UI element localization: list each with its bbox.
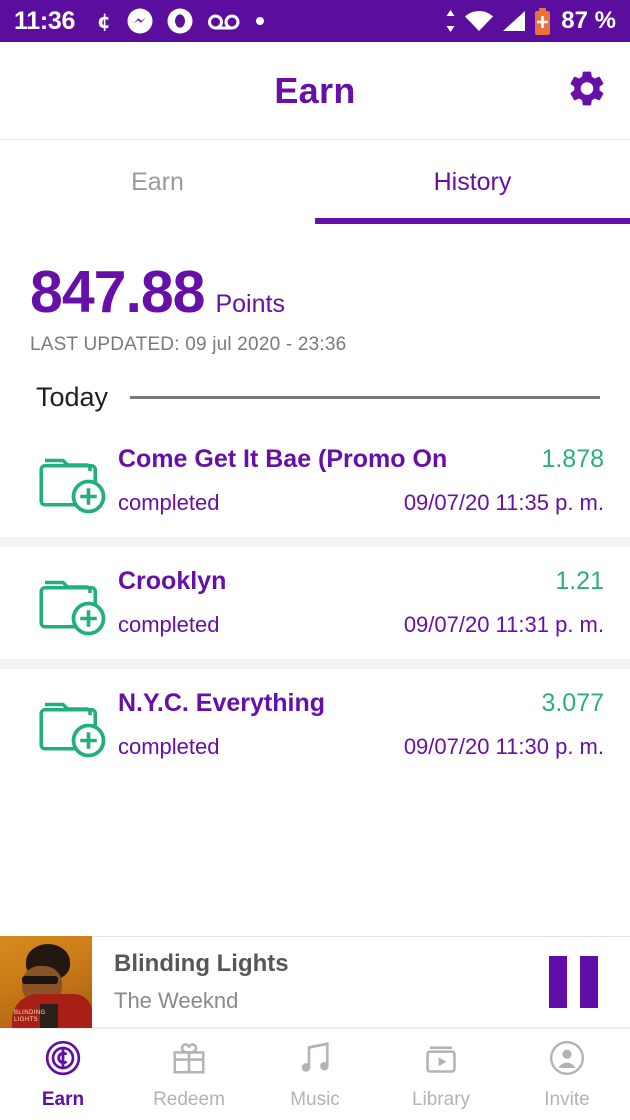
points-value: 847.88 bbox=[30, 259, 205, 325]
item-timestamp: 09/07/20 11:31 p. m. bbox=[403, 611, 604, 637]
app-header: Earn bbox=[0, 42, 630, 140]
library-play-icon bbox=[422, 1039, 460, 1082]
now-playing-bar[interactable]: BLINDING LIGHTS Blinding Lights The Weekn… bbox=[0, 936, 630, 1028]
bottom-navigation: Earn Redeem Music Library Invite bbox=[0, 1028, 630, 1120]
pause-icon[interactable] bbox=[549, 956, 598, 1008]
folder-plus-icon bbox=[26, 441, 118, 519]
nav-label: Earn bbox=[41, 1088, 85, 1110]
item-points: 1.21 bbox=[555, 566, 604, 595]
item-timestamp: 09/07/20 11:35 p. m. bbox=[403, 489, 604, 515]
gear-icon[interactable] bbox=[566, 67, 608, 114]
points-summary: 847.88 Points LAST UPDATED: 09 jul 2020 … bbox=[0, 224, 630, 356]
folder-plus-icon bbox=[26, 563, 118, 641]
list-item[interactable]: Crooklyn 1.21 completed 09/07/20 11:31 p… bbox=[0, 547, 630, 659]
messenger-icon bbox=[127, 8, 153, 34]
wifi-icon bbox=[464, 9, 494, 33]
list-separator bbox=[0, 659, 630, 669]
battery-percentage: 87 % bbox=[561, 7, 616, 34]
cent-icon: ¢ bbox=[97, 10, 113, 32]
section-title: Today bbox=[36, 382, 109, 412]
now-playing-title: Blinding Lights bbox=[114, 950, 289, 977]
now-playing-artist: The Weeknd bbox=[114, 988, 239, 1013]
tab-bar: Earn History bbox=[0, 140, 630, 224]
app-screen: 11:36 ¢ 87 % Earn Earn History 847.88 Po… bbox=[0, 0, 630, 1120]
item-timestamp: 09/07/20 11:30 p. m. bbox=[403, 733, 604, 759]
status-bar: 11:36 ¢ 87 % bbox=[0, 0, 630, 42]
section-header-today: Today bbox=[0, 356, 630, 413]
last-updated-text: LAST UPDATED: 09 jul 2020 - 23:36 bbox=[30, 334, 347, 355]
section-divider bbox=[130, 396, 600, 399]
coin-cent-icon bbox=[44, 1039, 82, 1082]
history-list: Come Get It Bae (Promo On 1.878 complete… bbox=[0, 425, 630, 781]
voicemail-icon bbox=[207, 11, 241, 31]
item-points: 3.077 bbox=[541, 688, 604, 717]
list-separator bbox=[0, 537, 630, 547]
nav-label: Library bbox=[411, 1088, 471, 1110]
item-points: 1.878 bbox=[541, 444, 604, 473]
nav-label: Invite bbox=[544, 1088, 590, 1110]
cellular-signal-icon bbox=[501, 9, 527, 33]
page-title: Earn bbox=[274, 69, 356, 111]
nav-item-library[interactable]: Library bbox=[378, 1039, 504, 1111]
battery-charging-icon bbox=[534, 7, 551, 35]
gift-icon bbox=[170, 1039, 208, 1082]
item-title: Come Get It Bae (Promo On bbox=[118, 444, 448, 473]
album-art: BLINDING LIGHTS bbox=[0, 936, 92, 1028]
item-title: Crooklyn bbox=[118, 566, 227, 595]
list-item[interactable]: Come Get It Bae (Promo On 1.878 complete… bbox=[0, 425, 630, 537]
status-bar-clock: 11:36 bbox=[14, 6, 76, 35]
item-status: completed bbox=[118, 489, 220, 515]
list-item[interactable]: N.Y.C. Everything 3.077 completed 09/07/… bbox=[0, 669, 630, 781]
tab-history[interactable]: History bbox=[315, 140, 630, 224]
nav-label: Music bbox=[290, 1088, 340, 1110]
opera-icon bbox=[167, 8, 193, 34]
dot-icon bbox=[255, 16, 265, 26]
nav-item-earn[interactable]: Earn bbox=[0, 1039, 126, 1111]
tab-active-indicator bbox=[315, 218, 630, 224]
status-bar-notification-icons: ¢ bbox=[97, 8, 265, 34]
item-status: completed bbox=[118, 611, 220, 637]
tab-earn[interactable]: Earn bbox=[0, 140, 315, 224]
folder-plus-icon bbox=[26, 685, 118, 763]
nav-item-music[interactable]: Music bbox=[252, 1039, 378, 1111]
data-transfer-icon bbox=[444, 9, 457, 33]
points-unit-label: Points bbox=[215, 290, 285, 318]
nav-item-invite[interactable]: Invite bbox=[504, 1039, 630, 1111]
item-status: completed bbox=[118, 733, 220, 759]
person-circle-icon bbox=[548, 1039, 586, 1082]
item-title: N.Y.C. Everything bbox=[118, 688, 325, 717]
music-note-icon bbox=[296, 1039, 334, 1082]
svg-text:¢: ¢ bbox=[97, 10, 111, 32]
status-bar-system-icons: 87 % bbox=[444, 7, 616, 35]
nav-label: Redeem bbox=[153, 1088, 225, 1110]
nav-item-redeem[interactable]: Redeem bbox=[126, 1039, 252, 1111]
